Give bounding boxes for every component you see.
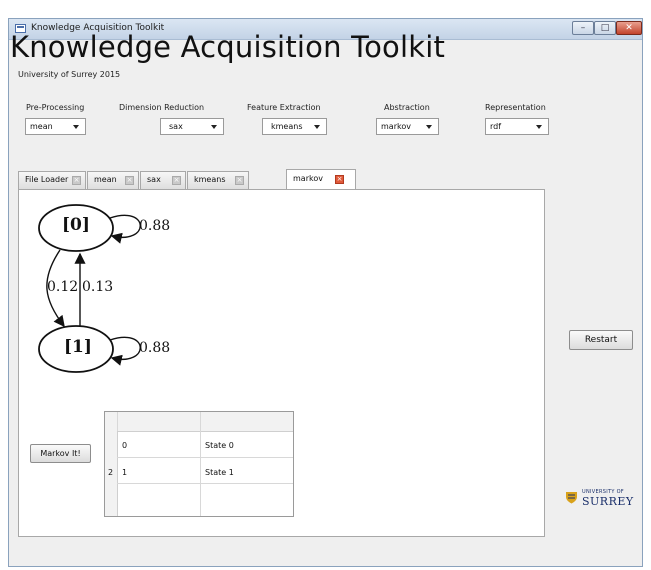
states-table: 2 0 State 0 1 State 1 bbox=[104, 411, 294, 517]
state-label-1: [1] bbox=[64, 337, 92, 357]
self-loop-edge-0 bbox=[109, 214, 141, 244]
self-loop-label-1: 0.88 bbox=[139, 340, 171, 356]
university-logo: UNIVERSITY OF SURREY bbox=[561, 486, 637, 508]
edge-label-1-to-0: 0.13 bbox=[82, 279, 114, 295]
table-cell-id[interactable]: 0 bbox=[122, 441, 127, 450]
restart-button[interactable]: Restart bbox=[569, 330, 633, 350]
self-loop-edge-1 bbox=[109, 336, 141, 366]
column-divider bbox=[200, 412, 201, 516]
row-divider bbox=[117, 483, 293, 484]
row-number: 2 bbox=[108, 468, 114, 477]
markov-it-button[interactable]: Markov It! bbox=[30, 444, 91, 463]
table-cell-label[interactable]: State 0 bbox=[205, 441, 234, 450]
table-header bbox=[105, 412, 293, 432]
logo-text: SURREY bbox=[582, 495, 634, 508]
state-label-0: [0] bbox=[62, 215, 90, 235]
row-divider bbox=[117, 457, 293, 458]
shield-icon bbox=[566, 492, 577, 504]
column-divider bbox=[117, 412, 118, 431]
table-cell-label[interactable]: State 1 bbox=[205, 468, 234, 477]
table-cell-id[interactable]: 1 bbox=[122, 468, 127, 477]
edge-label-0-to-1: 0.12 bbox=[47, 279, 79, 295]
self-loop-label-0: 0.88 bbox=[139, 218, 171, 234]
